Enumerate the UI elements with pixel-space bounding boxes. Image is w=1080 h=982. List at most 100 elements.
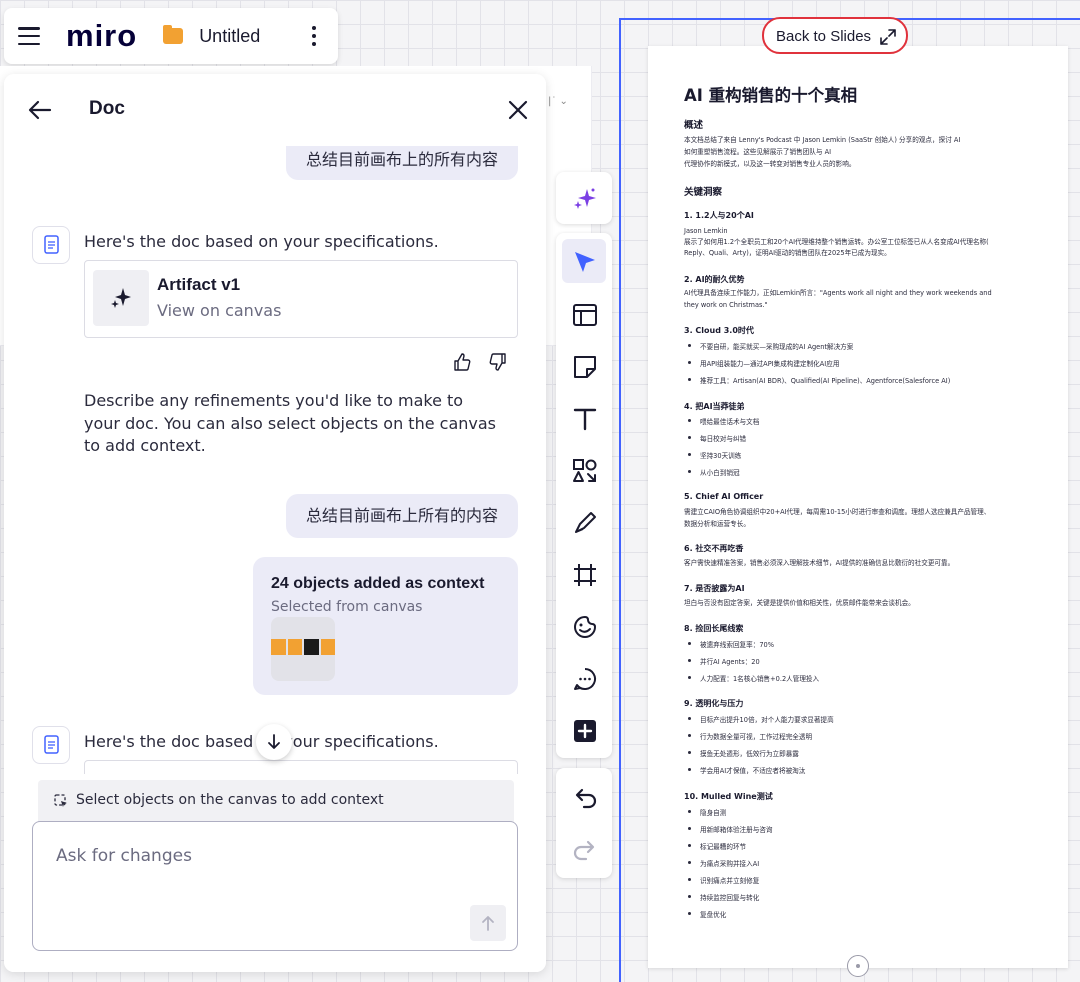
section-heading: 概述 — [684, 120, 704, 131]
paragraph: 坦白与否没有固定答案，关键是提供价值和相关性，优质邮件能带来会谈机会。 — [684, 599, 915, 607]
paragraph: 展示了如何用1.2个全职员工和20个AI代理维持整个销售运转。办公室工位标签已从… — [684, 238, 989, 246]
ai-message-text: Here's the doc based on your specificati… — [84, 232, 439, 251]
board-title[interactable]: Untitled — [199, 26, 260, 47]
insight-heading: 2. AI的耐久优势 — [684, 275, 745, 284]
close-icon[interactable] — [506, 98, 530, 122]
redo-icon[interactable] — [562, 826, 606, 870]
thumbs-down-icon[interactable] — [488, 352, 508, 372]
ask-box — [32, 821, 518, 951]
bullet: 行为数据全量可视，工作过程完全透明 — [687, 733, 813, 741]
insight-heading: 7. 是否披露为AI — [684, 584, 745, 593]
doc-icon — [32, 726, 70, 764]
slide-handle[interactable] — [847, 955, 869, 977]
bullet: 人力配置：1名核心销售+0.2人管理投入 — [687, 675, 820, 683]
menu-icon[interactable] — [18, 27, 40, 45]
miro-logo[interactable]: miro — [66, 18, 137, 54]
paragraph: 需建立CAIO角色协调组织中20+AI代理，每周需10-15小时进行审查和调度。… — [684, 508, 991, 516]
top-bar: miro Untitled — [4, 8, 338, 64]
stickers-tool[interactable] — [562, 604, 606, 648]
insight-heading: 10. Mulled Wine测试 — [684, 792, 773, 801]
section-heading: 关键洞察 — [684, 187, 723, 198]
bullet: 复盘优化 — [687, 911, 727, 919]
sticky-note-tool[interactable] — [562, 344, 606, 388]
paragraph: 本文档总结了来自 Lenny's Podcast 中 Jason Lemkin … — [684, 136, 961, 144]
context-thumbnail — [271, 617, 335, 681]
bullet: 识别痛点并立刻修复 — [687, 877, 760, 885]
folder-icon — [163, 25, 184, 44]
ai-sparkle-tool[interactable] — [562, 176, 606, 220]
paragraph: 数据分析和运营专长。 — [684, 520, 750, 528]
paragraph: Jason Lemkin — [684, 227, 728, 235]
artifact-name: Artifact v1 — [157, 275, 241, 294]
context-card: 24 objects added as context Selected fro… — [253, 557, 518, 695]
sparkle-icon — [93, 270, 149, 326]
bullet: 摸鱼无处遁形，低效行为立即暴露 — [688, 750, 799, 758]
insight-heading: 4. 把AI当莽徒弟 — [684, 402, 745, 411]
paragraph: AI代理具备连续工作能力，正如Lemkin所言："Agents work all… — [684, 289, 992, 297]
insight-heading: 9. 透明化与压力 — [684, 699, 744, 708]
doc-panel: 总结目前画布上的所有内容 Here's the doc based on you… — [4, 74, 546, 972]
bullet: 为痛点采购并接入AI — [687, 860, 760, 868]
user-message: 总结目前画布上所有的内容 — [285, 494, 518, 538]
frame-tool[interactable] — [562, 552, 606, 596]
insight-heading: 1. 1.2人与20个AI — [684, 211, 754, 220]
doc-slide[interactable]: AI 重构销售的十个真相 概述 本文档总结了来自 Lenny's Podcast… — [648, 46, 1068, 968]
insight-heading: 8. 捡回长尾线索 — [684, 624, 744, 633]
bullet: 学会用AI才保值，不适应者将被淘汰 — [687, 767, 806, 775]
artifact-card[interactable]: Artifact v1 View on canvas — [84, 260, 518, 338]
shapes-tool[interactable] — [562, 448, 606, 492]
doc-title: Doc — [89, 98, 125, 119]
templates-tool[interactable] — [562, 292, 606, 336]
insight-heading: 5. Chief AI Officer — [684, 492, 764, 501]
paragraph: 客户需快速精准答案，销售必须深入理解技术细节，AI提供的准确信息比敷衍的社交更可… — [684, 559, 955, 567]
more-options-icon[interactable] — [304, 22, 324, 50]
slide-title: AI 重构销售的十个真相 — [684, 86, 858, 105]
bullet: 持续监控回复与转化 — [687, 894, 760, 902]
context-title: 24 objects added as context — [271, 575, 485, 592]
paragraph: Reply、Quali、Arty)，证明AI驱动的销售团队在2025年已成为现实… — [684, 249, 891, 257]
bullet: 喂给最佳话术与文档 — [687, 418, 760, 426]
history-toolbar — [556, 768, 612, 878]
bullet: 隐身自测 — [687, 809, 727, 817]
bullet: 目标产出提升10倍，对个人能力要求显著提高 — [688, 716, 834, 724]
doc-header: Doc — [4, 74, 546, 146]
paragraph: 如何重塑销售流程。这些见解展示了销售团队与 AI — [684, 148, 832, 156]
main-toolbar — [556, 233, 612, 758]
back-arrow-icon[interactable] — [26, 96, 54, 124]
paragraph: 代理协作的新模式，以及这一转变对销售专业人员的影响。 — [684, 160, 856, 168]
ask-for-changes-input[interactable] — [56, 846, 456, 866]
bullet: 不要自研，能买就买—采购现成的AI Agent解决方案 — [687, 343, 854, 351]
text-tool[interactable] — [562, 396, 606, 440]
bullet: 从小白到销冠 — [688, 469, 740, 477]
back-to-slides-button[interactable]: Back to Slides — [762, 17, 908, 54]
background-panel-control: |˙ ⌄ — [548, 96, 568, 107]
expand-icon — [880, 29, 896, 45]
ai-tool-group — [556, 172, 612, 224]
comment-tool[interactable] — [562, 656, 606, 700]
doc-icon — [32, 226, 70, 264]
view-on-canvas-link[interactable]: View on canvas — [157, 301, 281, 320]
undo-icon[interactable] — [562, 774, 606, 818]
back-to-slides-label: Back to Slides — [776, 28, 872, 45]
bullet: 用API组装能力—通过API集成构建定制化AI应用 — [687, 360, 840, 368]
thumbs-up-icon[interactable] — [452, 352, 472, 372]
scroll-down-button[interactable] — [256, 724, 292, 760]
send-button[interactable] — [470, 905, 506, 941]
bullet: 每日校对与纠错 — [687, 435, 747, 443]
refine-instructions: Describe any refinements you'd like to m… — [84, 391, 496, 455]
context-subtitle: Selected from canvas — [271, 599, 423, 615]
bullet: 并行AI Agents：20 — [688, 658, 760, 666]
insight-heading: 6. 社交不再吃香 — [684, 544, 744, 553]
select-tool[interactable] — [562, 239, 606, 283]
more-tools-icon[interactable] — [562, 708, 606, 752]
bullet: 被遗弃线索回复率：70% — [688, 641, 774, 649]
bullet: 推荐工具：Artisan(AI BDR)、Qualified(AI Pipeli… — [687, 377, 951, 385]
paragraph: they work on Christmas." — [684, 301, 768, 309]
bullet: 用新邮箱体验注册与咨询 — [688, 826, 773, 834]
pen-tool[interactable] — [562, 500, 606, 544]
bullet: 坚持30天训练 — [687, 452, 742, 460]
select-context-text: Select objects on the canvas to add cont… — [76, 792, 384, 808]
insight-heading: 3. Cloud 3.0时代 — [684, 326, 754, 335]
select-context-hint[interactable]: Select objects on the canvas to add cont… — [38, 780, 514, 822]
bullet: 标记最糟的环节 — [687, 843, 747, 851]
